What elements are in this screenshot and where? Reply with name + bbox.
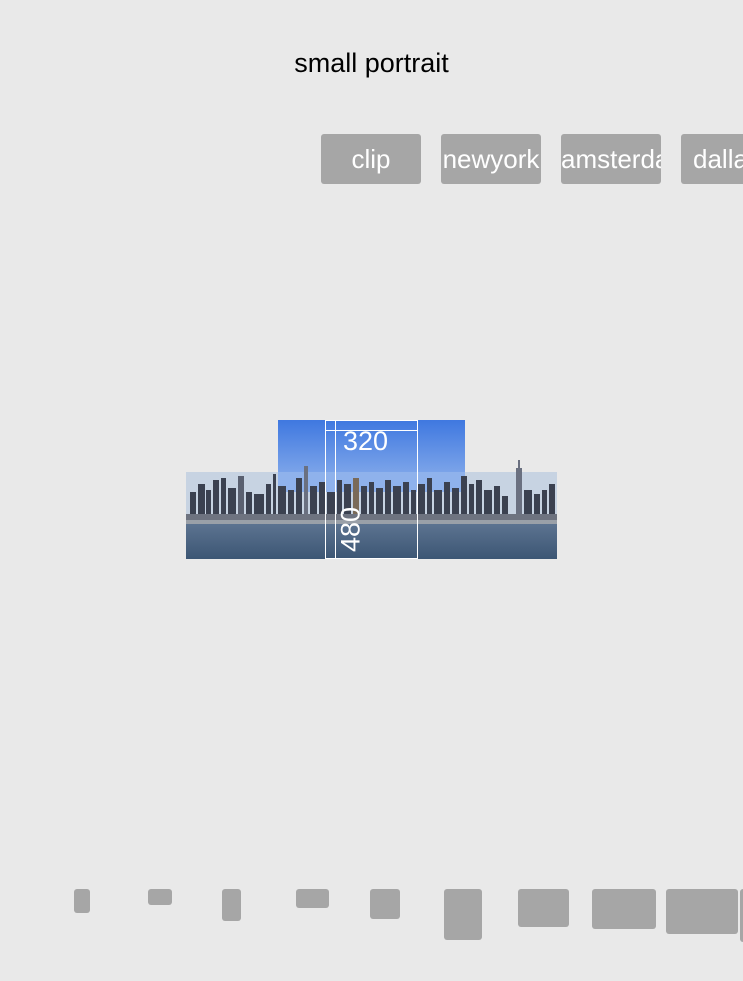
size-thumb[interactable] — [74, 889, 90, 913]
newyork-button[interactable]: newyork — [441, 134, 541, 184]
size-thumb[interactable] — [444, 889, 482, 940]
size-thumb[interactable] — [666, 889, 738, 934]
size-thumb[interactable] — [296, 889, 329, 908]
page-title: small portrait — [294, 48, 449, 78]
size-thumb[interactable] — [370, 889, 400, 919]
size-thumb[interactable] — [592, 889, 656, 929]
height-label: 480 — [335, 506, 366, 553]
width-label: 320 — [343, 426, 389, 456]
size-thumb[interactable] — [518, 889, 569, 927]
dallas-button[interactable]: dallas — [681, 134, 743, 184]
size-thumb[interactable] — [148, 889, 172, 905]
page: small portrait clip newyork amsterdam da… — [0, 0, 743, 981]
size-thumb[interactable] — [222, 889, 241, 921]
clip-button[interactable]: clip — [321, 134, 421, 184]
amsterdam-button[interactable]: amsterdam — [561, 134, 661, 184]
